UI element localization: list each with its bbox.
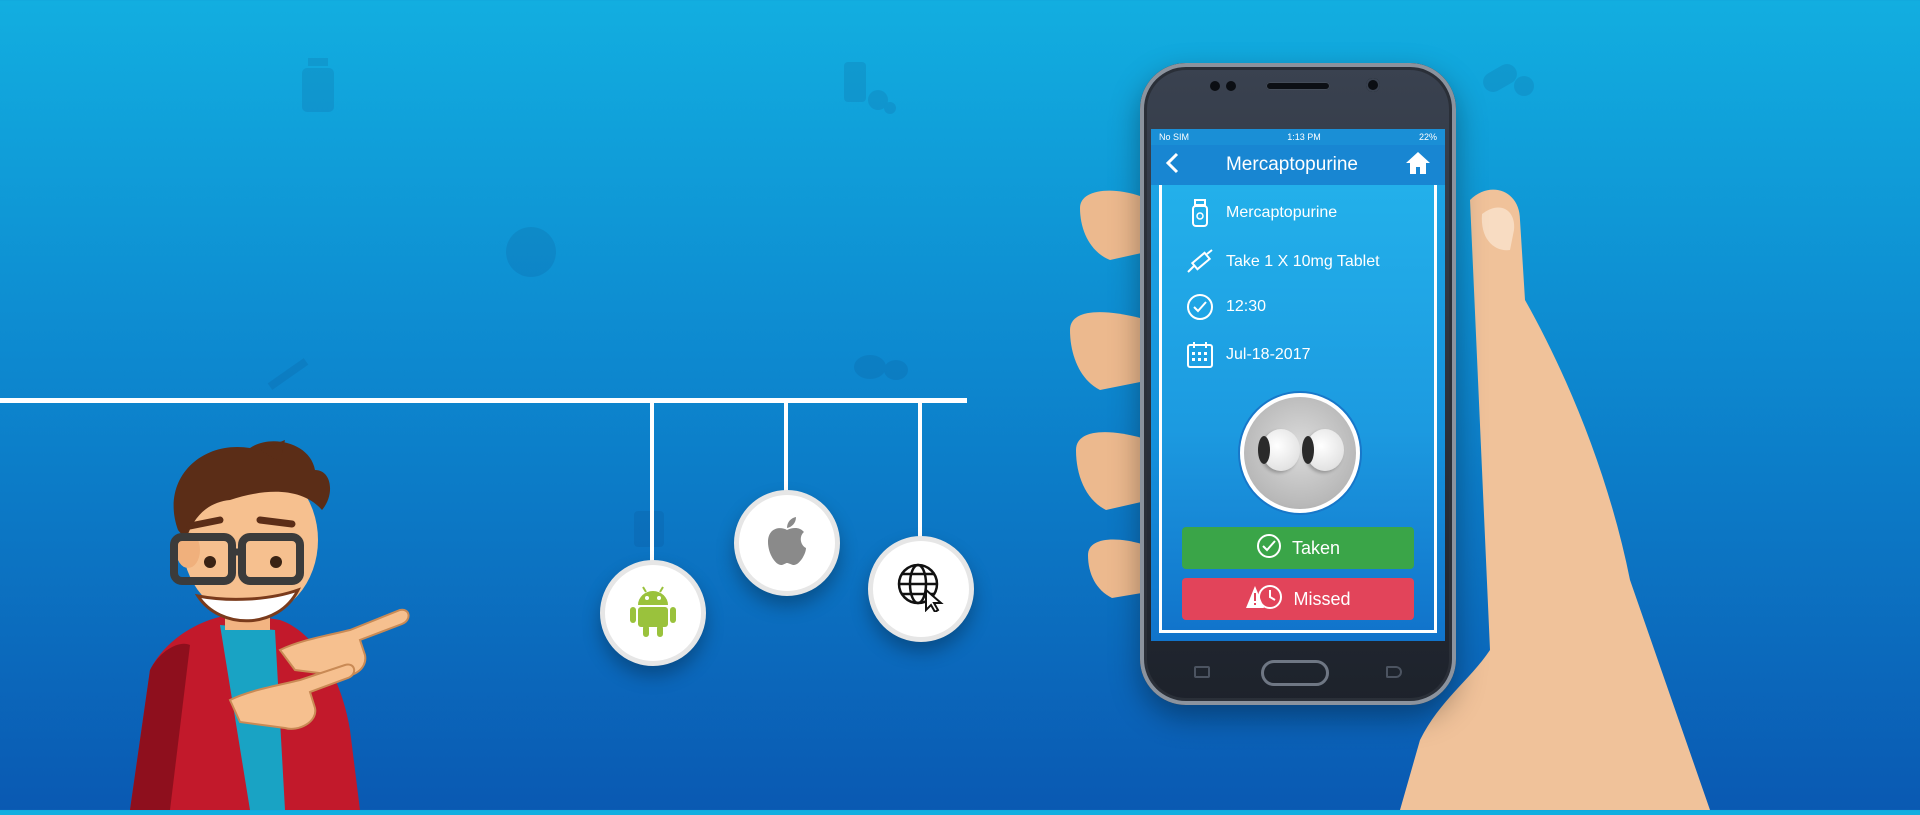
globe-cursor-icon xyxy=(896,562,946,617)
back-key[interactable] xyxy=(1386,666,1402,678)
bottle-icon xyxy=(1184,199,1216,227)
clock-text: 1:13 PM xyxy=(1287,132,1321,142)
status-bar: No SIM 1:13 PM 22% xyxy=(1151,129,1445,145)
phone-sensor-2 xyxy=(1226,81,1236,91)
android-string xyxy=(650,402,654,564)
date-row: Jul-18-2017 xyxy=(1184,341,1311,369)
apple-string xyxy=(784,402,788,494)
capsules-bg-icon xyxy=(852,352,910,382)
capsule-bg-icon xyxy=(1480,60,1536,100)
phone-speaker xyxy=(1266,82,1330,90)
dose-date: Jul-18-2017 xyxy=(1226,346,1311,363)
medicine-name: Mercaptopurine xyxy=(1226,204,1338,221)
pill-right xyxy=(1302,429,1344,471)
alarm-warning-icon xyxy=(1245,583,1283,616)
dosage-row: Take 1 X 10mg Tablet xyxy=(1184,249,1380,275)
android-badge[interactable] xyxy=(600,560,706,666)
phone-screen: No SIM 1:13 PM 22% Mercaptopurine Mercap… xyxy=(1151,129,1445,641)
home-icon[interactable] xyxy=(1405,151,1431,180)
web-string xyxy=(918,402,922,540)
time-row: 12:30 xyxy=(1184,293,1266,321)
medicine-row: Mercaptopurine xyxy=(1184,199,1337,227)
medication-card: Mercaptopurine Take 1 X 10mg Tablet 12:3… xyxy=(1159,185,1437,633)
mortar-bg-icon xyxy=(505,226,557,278)
smartphone: No SIM 1:13 PM 22% Mercaptopurine Mercap… xyxy=(1140,63,1456,705)
page-title: Mercaptopurine xyxy=(1225,154,1359,175)
pill-left xyxy=(1258,429,1300,471)
cartoon-character xyxy=(110,440,440,810)
carrier-text: No SIM xyxy=(1159,132,1190,142)
missed-button[interactable]: Missed xyxy=(1182,578,1414,620)
bottle-bg-icon xyxy=(300,58,336,114)
check-circle-icon xyxy=(1256,533,1282,564)
recent-apps-key[interactable] xyxy=(1194,666,1210,678)
dosage-text: Take 1 X 10mg Tablet xyxy=(1226,253,1380,270)
syringe-bg-icon xyxy=(262,352,314,396)
missed-label: Missed xyxy=(1293,588,1351,609)
phone-sensor xyxy=(1210,81,1220,91)
dose-time: 12:30 xyxy=(1226,298,1267,315)
taken-button[interactable]: Taken xyxy=(1182,527,1414,569)
android-icon xyxy=(630,585,676,642)
battery-text: 22% xyxy=(1418,132,1437,142)
apple-badge[interactable] xyxy=(734,490,840,596)
app-navbar: Mercaptopurine xyxy=(1151,145,1445,185)
calendar-icon xyxy=(1184,341,1216,369)
apple-icon xyxy=(766,516,808,571)
pill-photo xyxy=(1240,393,1360,513)
chevron-left-icon[interactable] xyxy=(1165,152,1179,179)
web-badge[interactable] xyxy=(868,536,974,642)
front-camera xyxy=(1366,78,1380,92)
hanging-rail xyxy=(0,398,967,403)
taken-label: Taken xyxy=(1291,537,1341,558)
check-circle-icon xyxy=(1184,293,1216,321)
syringe-icon xyxy=(1184,249,1216,275)
pills-bg-icon xyxy=(838,62,898,114)
home-hardware-button[interactable] xyxy=(1261,660,1329,686)
